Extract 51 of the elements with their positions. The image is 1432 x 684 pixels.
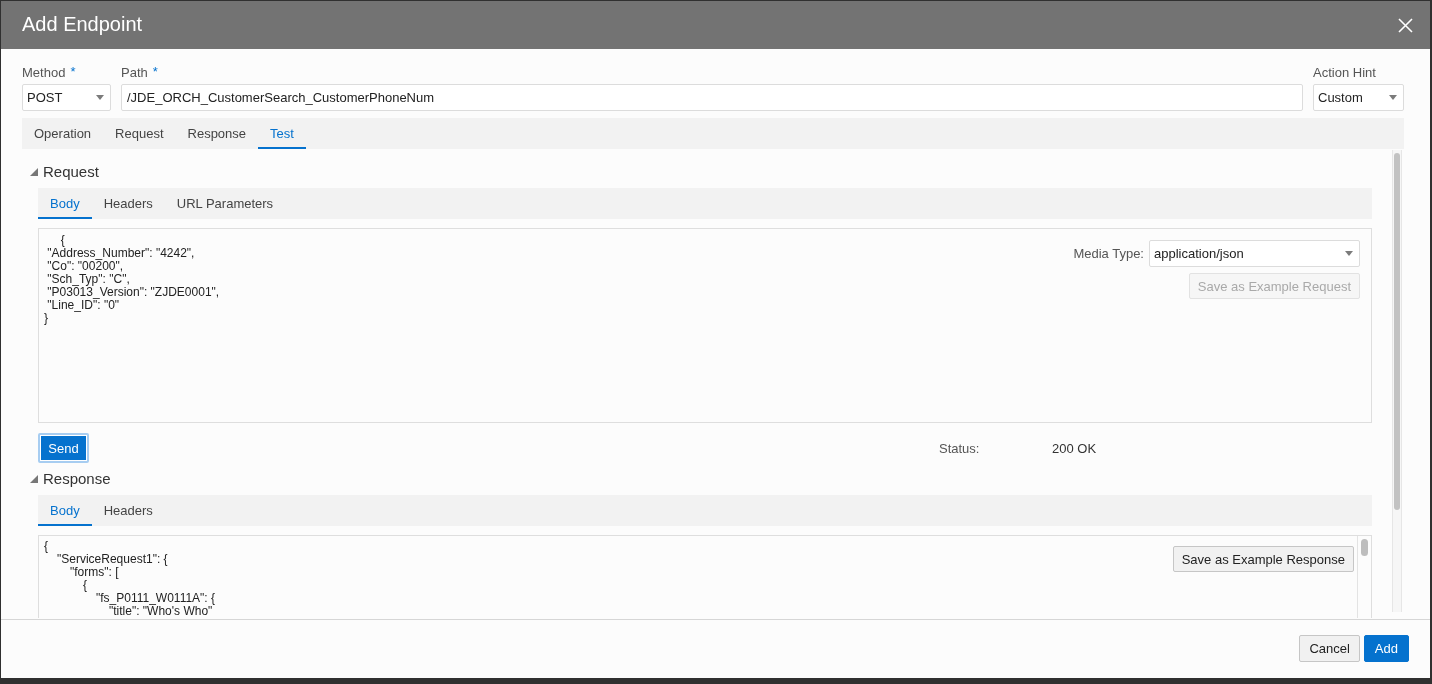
code-line: "Sch_Typ": "C", xyxy=(46,273,130,286)
field-label: Action Hint xyxy=(1313,65,1376,81)
tab[interactable]: Headers xyxy=(91,495,165,526)
caret-icon xyxy=(1345,251,1353,256)
close-button[interactable] xyxy=(1398,17,1413,33)
secondary-button[interactable]: Cancel xyxy=(1299,635,1360,662)
dropdown-field[interactable]: Custom xyxy=(1313,84,1404,111)
field-label: Media Type: xyxy=(1073,246,1144,261)
close-icon xyxy=(1398,17,1413,33)
code-line: { xyxy=(83,579,87,592)
code-line: "Co": "00200", xyxy=(46,260,124,273)
code-line: "P03013_Version": "ZJDE0001", xyxy=(46,286,220,299)
code-line: "ServiceRequest1": { xyxy=(57,553,168,566)
required-asterisk: * xyxy=(152,65,158,78)
section-toggle[interactable]: Request xyxy=(30,162,99,181)
scrollbar-thumb[interactable] xyxy=(1361,539,1368,556)
send-button[interactable]: Send xyxy=(38,433,89,463)
scrollbar-track[interactable] xyxy=(1357,536,1371,618)
code-line: } xyxy=(44,312,48,325)
tab[interactable]: Response xyxy=(175,118,259,149)
section-toggle[interactable]: Response xyxy=(30,469,111,488)
save-example-button[interactable]: Save as Example Response xyxy=(1172,546,1354,572)
code-line: { xyxy=(44,540,48,553)
tab[interactable]: Body xyxy=(38,188,92,219)
required-asterisk: * xyxy=(70,65,76,78)
dialog-title: Add Endpoint xyxy=(22,12,143,36)
tab[interactable]: Operation xyxy=(22,118,104,149)
dropdown-field[interactable]: POST xyxy=(22,84,111,111)
tab[interactable]: Body xyxy=(38,495,92,526)
field-label: Method xyxy=(22,65,66,81)
status-value: 200 OK xyxy=(1052,440,1097,456)
status-label: Status: xyxy=(939,440,980,456)
code-line: "Address_Number": "4242", xyxy=(46,247,195,260)
scrollbar-thumb[interactable] xyxy=(1394,153,1400,510)
code-line: "forms": [ xyxy=(70,566,119,579)
dropdown-field[interactable]: application/json xyxy=(1149,240,1360,267)
caret-icon xyxy=(1389,95,1397,100)
response-body-viewer[interactable]: { "ServiceRequest1": { "forms": [ { "fs_P0111_W0111A": { "title": "Who's Who" Save as Example Response xyxy=(38,535,1372,618)
tab[interactable]: Test xyxy=(258,118,306,149)
tab[interactable]: Request xyxy=(103,118,176,149)
text-field[interactable]: /JDE_ORCH_CustomerSearch_CustomerPhoneNum xyxy=(121,84,1303,111)
field-label: Path xyxy=(121,65,148,81)
caret-icon xyxy=(96,95,104,100)
tab[interactable]: URL Parameters xyxy=(164,188,286,219)
code-line: "title": "Who's Who" xyxy=(109,605,213,618)
code-line: "fs_P0111_W0111A": { xyxy=(96,592,216,605)
code-line: "Line_ID": "0" xyxy=(46,299,120,312)
primary-button[interactable]: Add xyxy=(1363,635,1409,662)
tab[interactable]: Headers xyxy=(91,188,165,219)
scrollbar-track[interactable] xyxy=(1392,150,1402,612)
code-line: { xyxy=(59,234,65,247)
